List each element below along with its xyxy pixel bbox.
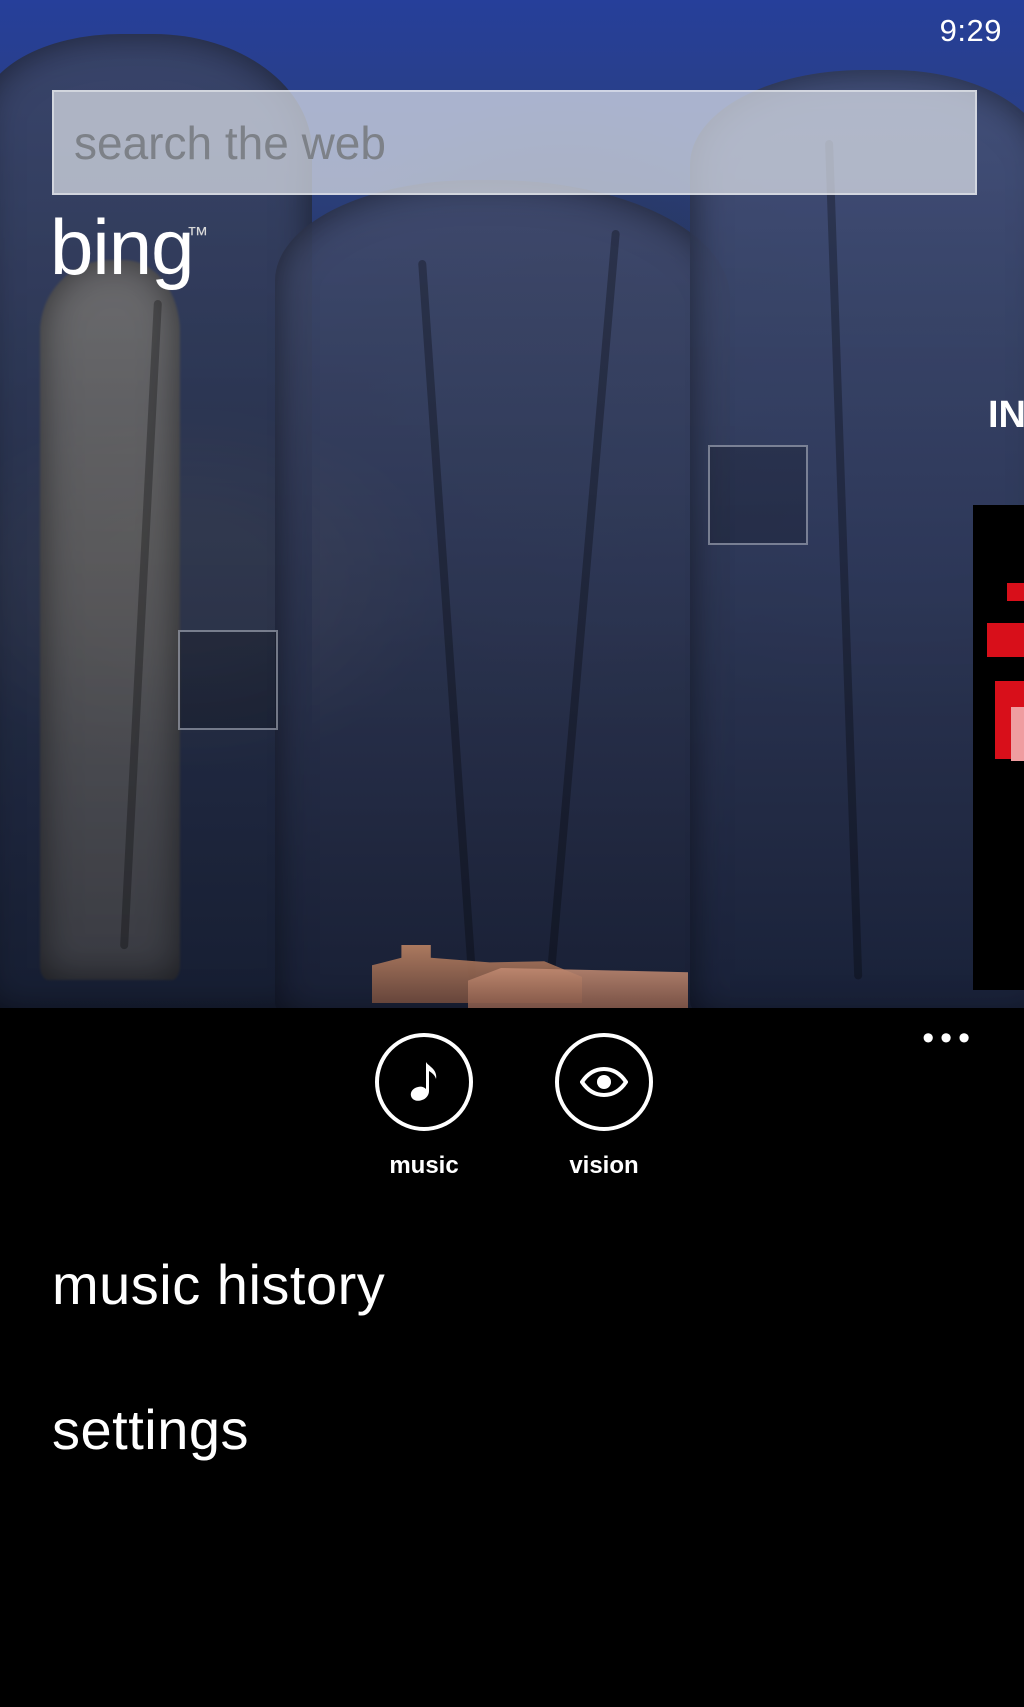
music-icon-circle[interactable]	[375, 1033, 473, 1131]
rock-formation-center	[275, 180, 730, 1008]
music-label: music	[389, 1152, 459, 1179]
ellipsis-icon: •••	[922, 1019, 976, 1057]
menu-item-settings[interactable]: settings	[52, 1400, 385, 1460]
music-note-icon	[410, 1062, 437, 1101]
image-hotspot[interactable]	[178, 630, 278, 730]
vision-label: vision	[569, 1152, 639, 1179]
search-input[interactable]	[74, 115, 975, 170]
search-box[interactable]	[52, 90, 977, 195]
vision-button[interactable]: vision	[552, 1033, 656, 1179]
red-block	[987, 623, 1024, 657]
status-time: 9:29	[939, 13, 1002, 48]
music-button[interactable]: music	[372, 1033, 476, 1179]
phone-screen: 9:29 bing ™ IN ••• music	[0, 0, 1024, 1707]
more-button[interactable]: •••	[922, 1021, 976, 1055]
side-preview-panel	[973, 505, 1024, 990]
trademark-mark: ™	[186, 222, 208, 247]
monastery-roof	[468, 968, 688, 1008]
bing-logo-text: bing	[50, 203, 194, 291]
background-image: 9:29 bing ™ IN	[0, 0, 1024, 1008]
image-hotspot[interactable]	[708, 445, 808, 545]
menu-item-music-history[interactable]: music history	[52, 1255, 385, 1315]
bing-logo: bing ™	[50, 208, 208, 286]
rock-highlight	[40, 260, 180, 980]
app-menu: music history settings	[52, 1255, 385, 1545]
eye-icon	[580, 1067, 628, 1097]
side-preview-label: IN	[988, 394, 1024, 436]
vision-icon-circle[interactable]	[555, 1033, 653, 1131]
red-block	[1007, 583, 1024, 601]
pink-block	[1011, 707, 1024, 761]
